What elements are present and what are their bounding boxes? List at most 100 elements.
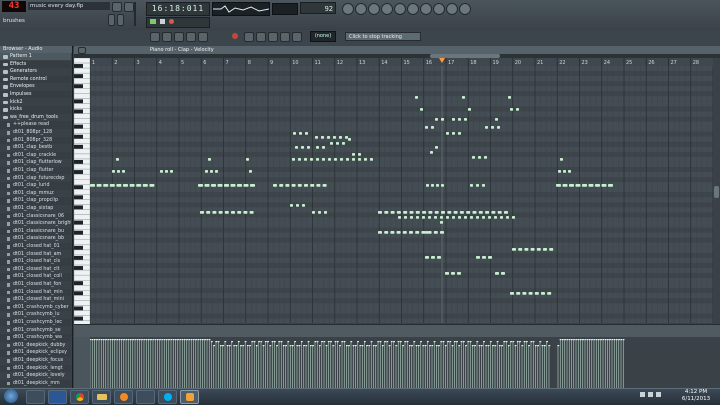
browser-file[interactable]: dt01_closed hat_min xyxy=(0,288,71,296)
browser-folder[interactable]: Envelopes xyxy=(0,83,71,90)
event-scrollbar[interactable] xyxy=(713,337,720,388)
event-editor-divider[interactable] xyxy=(74,324,720,338)
browser-file[interactable]: dt01_closed hat_mini xyxy=(0,296,71,303)
browser-file[interactable]: dt01_deepkick_mm xyxy=(0,379,71,388)
browser-folder[interactable]: Impulses xyxy=(0,91,71,99)
typing-keyboard-button[interactable] xyxy=(268,32,278,42)
playlist-button[interactable] xyxy=(394,3,406,15)
volume-slider[interactable] xyxy=(108,14,115,26)
quantize-button[interactable] xyxy=(162,32,172,42)
browser-file[interactable]: dt01_closed hat_cls xyxy=(0,258,71,266)
tempo-display[interactable]: 92 xyxy=(300,2,336,14)
skype-icon[interactable] xyxy=(158,390,177,404)
pattern-selector[interactable]: (none) xyxy=(310,31,336,42)
browser-file[interactable]: dt01_crashcymb_lec xyxy=(0,319,71,327)
browser-file[interactable]: dt01_808pr_128 xyxy=(0,129,71,136)
loop-button[interactable] xyxy=(174,32,184,42)
taskbar-clock[interactable]: 4:12 PM 6/11/2013 xyxy=(676,389,716,402)
browser-file[interactable]: dt01_clap_propclip xyxy=(0,197,71,205)
browser-file[interactable]: dt01_closed hat_01 xyxy=(0,243,71,251)
speaker-icon[interactable] xyxy=(648,392,653,397)
browser-file[interactable]: dt01_crashcymb_wa xyxy=(0,334,71,342)
browser-file[interactable]: dt01_deepkick_focus xyxy=(0,357,71,364)
browser-file[interactable]: dt01_deepkick_dubby xyxy=(0,342,71,349)
flag-icon[interactable] xyxy=(640,392,645,397)
fl-studio-icon[interactable] xyxy=(180,390,199,404)
piano-roll-button[interactable] xyxy=(368,3,380,15)
network-tray-icon[interactable] xyxy=(656,392,661,397)
record-icon[interactable] xyxy=(169,19,174,24)
menu-button[interactable] xyxy=(112,2,122,12)
play-icon[interactable] xyxy=(150,19,156,24)
velocity-bar-head xyxy=(233,345,236,347)
browser-file[interactable]: dt01_clap_crackle xyxy=(0,151,71,160)
browser-file[interactable]: dt01_clap_flutterlow xyxy=(0,159,71,166)
note xyxy=(466,211,471,214)
browser-file[interactable]: dt01_clap_sixtap xyxy=(0,205,71,212)
word-icon[interactable] xyxy=(48,390,67,404)
piano-keyboard[interactable] xyxy=(73,57,91,326)
browser-file[interactable]: dt01_808pr_328 xyxy=(0,136,71,144)
browser-file[interactable]: dt01_deepkick_eclipsy xyxy=(0,349,71,357)
browser-file[interactable]: dt01_deepkick_lovely xyxy=(0,372,71,379)
browser-file[interactable]: dt01_closed hat_clt xyxy=(0,266,71,273)
browser-file[interactable]: dt01_classicsnare_bb xyxy=(0,235,71,242)
browser-folder[interactable]: kicks xyxy=(0,106,71,114)
browser-folder[interactable]: Remote control xyxy=(0,75,71,84)
blend-button[interactable] xyxy=(256,32,266,42)
piano-roll-menu-button[interactable] xyxy=(78,47,86,54)
start-button[interactable] xyxy=(4,389,18,403)
overdub-button[interactable] xyxy=(244,32,254,42)
explorer-icon[interactable] xyxy=(26,390,45,404)
browser-folder[interactable]: wa_free_drum_tools xyxy=(0,114,71,121)
scroll-button[interactable] xyxy=(292,32,302,42)
chrome-icon[interactable] xyxy=(70,390,89,404)
browser-file[interactable]: ++please read xyxy=(0,121,71,129)
mixer-view-button[interactable] xyxy=(381,3,393,15)
browser-file[interactable]: dt01_classicsnare_bu xyxy=(0,227,71,236)
network-icon[interactable] xyxy=(136,390,155,404)
velocity-bar-head xyxy=(413,341,416,343)
system-tray[interactable] xyxy=(640,392,670,400)
vertical-scrollbar[interactable] xyxy=(713,58,720,324)
velocity-lane[interactable] xyxy=(89,337,713,388)
browser-folder[interactable]: kick2 xyxy=(0,99,71,106)
tutorial-button[interactable] xyxy=(459,3,471,15)
note-grid[interactable] xyxy=(89,66,714,324)
pitch-slider[interactable] xyxy=(117,14,124,26)
project-info-button[interactable] xyxy=(446,3,458,15)
browser-file[interactable]: dt01_clap_bestb xyxy=(0,144,71,151)
browser-file[interactable]: dt01_clap_flutter xyxy=(0,167,71,175)
browser-file[interactable]: dt01_clap_futurecdsp xyxy=(0,175,71,182)
step-edit-button[interactable] xyxy=(198,32,208,42)
browser-file[interactable]: dt01_clap_lurid xyxy=(0,182,71,190)
browser-file[interactable]: dt01_classicsnare_bright xyxy=(0,220,71,227)
browser-file[interactable]: dt01_clap_mmuz xyxy=(0,190,71,197)
browser-file[interactable]: dt01_closed hat_am xyxy=(0,251,71,258)
browser-file[interactable]: dt01_crashcymb_cyber xyxy=(0,303,71,312)
black-key xyxy=(74,220,83,225)
browser-file[interactable]: dt01_closed hat_coll xyxy=(0,273,71,281)
countdown-button[interactable] xyxy=(280,32,290,42)
record-mode-icon[interactable] xyxy=(232,33,238,39)
vertical-scroll-thumb[interactable] xyxy=(714,186,719,198)
media-player-icon[interactable] xyxy=(114,390,133,404)
help-button[interactable] xyxy=(420,3,432,15)
plugin-picker-button[interactable] xyxy=(407,3,419,15)
browser-file[interactable]: dt01_closed hat_fon xyxy=(0,281,71,288)
browser-folder[interactable]: Generators xyxy=(0,68,71,75)
stop-icon[interactable] xyxy=(160,19,165,24)
browser-folder[interactable]: Effects xyxy=(0,60,71,68)
metronome-button[interactable] xyxy=(186,32,196,42)
browser-file[interactable]: dt01_crashcymb_lu xyxy=(0,311,71,318)
snap-button[interactable] xyxy=(150,32,160,42)
browser-folder[interactable]: Pattern 1 xyxy=(0,53,71,61)
browser-file[interactable]: dt01_classicsnare_06 xyxy=(0,212,71,220)
browser-button[interactable] xyxy=(342,3,354,15)
browser-file[interactable]: dt01_crashcymb_se xyxy=(0,327,71,334)
channel-rack-button[interactable] xyxy=(355,3,367,15)
browser-file[interactable]: dt01_deepkick_lengt xyxy=(0,364,71,372)
folder-icon[interactable] xyxy=(92,390,111,404)
settings-button[interactable] xyxy=(433,3,445,15)
mixer-button[interactable] xyxy=(124,2,134,12)
